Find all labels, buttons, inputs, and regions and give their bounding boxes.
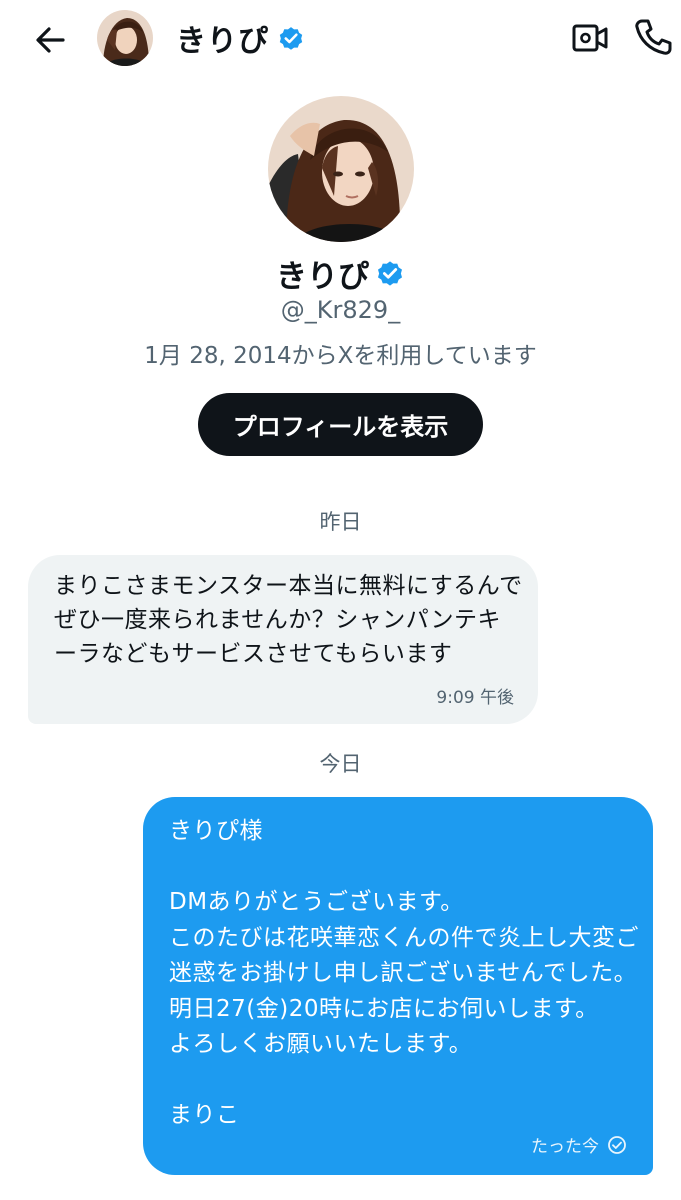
video-call-button[interactable]	[570, 18, 610, 58]
header-avatar[interactable]	[97, 10, 153, 66]
avatar-image	[97, 10, 153, 66]
verified-badge-icon	[279, 27, 303, 50]
incoming-message-bubble[interactable]: まりこさまモンスター本当に無料にするんでぜひ一度来られませんか？シャンパンテキー…	[28, 555, 538, 724]
message-text: きりぴ様 DMありがとうございます。 このたびは花咲華恋くんの件で炎上し大変ご迷…	[169, 818, 639, 1128]
outgoing-message-bubble[interactable]: きりぴ様 DMありがとうございます。 このたびは花咲華恋くんの件で炎上し大変ご迷…	[143, 797, 653, 1175]
back-button[interactable]	[30, 20, 70, 60]
profile-name: きりぴ	[276, 258, 369, 295]
message-text: まりこさまモンスター本当に無料にするんでぜひ一度来られませんか？シャンパンテキー…	[54, 573, 523, 667]
phone-call-icon	[635, 19, 672, 55]
arrow-left-icon	[36, 27, 65, 53]
phone-call-button[interactable]	[632, 16, 674, 58]
view-profile-button[interactable]: プロフィールを表示	[198, 393, 483, 456]
profile-joined-date: 1月 28, 2014からXを利用しています	[144, 343, 537, 369]
profile-avatar[interactable]	[268, 96, 414, 242]
profile-handle: @_Kr829_	[280, 296, 401, 324]
profile-name-row: きりぴ	[0, 252, 681, 295]
conversation-header: きりぴ	[0, 0, 681, 80]
message-timestamp: 9:09 午後	[436, 688, 514, 708]
header-name: きりぴ	[176, 24, 269, 59]
sent-check-icon	[608, 1135, 626, 1154]
day-separator-yesterday: 昨日	[319, 510, 362, 534]
header-name-row[interactable]: きりぴ	[176, 18, 305, 59]
message-status: たった今	[531, 1132, 627, 1157]
avatar-image	[268, 96, 414, 242]
video-call-icon	[572, 24, 608, 52]
message-timestamp: たった今	[531, 1137, 599, 1157]
day-separator-today: 今日	[319, 752, 362, 776]
verified-badge-icon	[378, 261, 402, 286]
